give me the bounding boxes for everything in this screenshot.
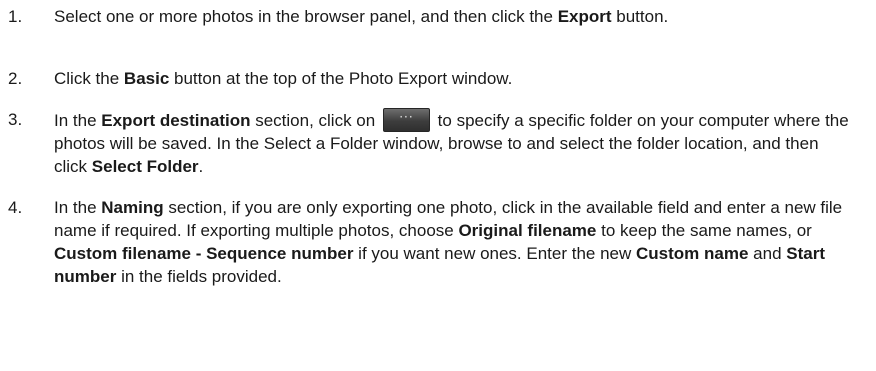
ellipsis-button-icon: ··· bbox=[382, 108, 430, 132]
step-text: Select one or more photos in the browser… bbox=[54, 7, 669, 26]
export-label: Export bbox=[557, 7, 612, 26]
step-number: 4. bbox=[8, 198, 23, 217]
select-folder-label: Select Folder bbox=[91, 157, 199, 176]
naming-label: Naming bbox=[101, 198, 164, 217]
instruction-list: 1. Select one or more photos in the brow… bbox=[0, 0, 876, 371]
step-text: In the Export destination section, click… bbox=[54, 108, 849, 176]
step-text: In the Naming section, if you are only e… bbox=[54, 198, 843, 286]
step-text: Click the Basic button at the top of the… bbox=[54, 69, 513, 88]
step-number: 1. bbox=[8, 7, 23, 26]
custom-name-label: Custom name bbox=[636, 244, 749, 263]
step-number: 3. bbox=[8, 110, 23, 129]
step-number: 2. bbox=[8, 69, 23, 88]
export-destination-label: Export destination bbox=[101, 111, 251, 130]
custom-filename-label: Custom filename - Sequence number bbox=[54, 244, 354, 263]
original-filename-label: Original filename bbox=[458, 221, 597, 240]
basic-label: Basic bbox=[123, 69, 170, 88]
